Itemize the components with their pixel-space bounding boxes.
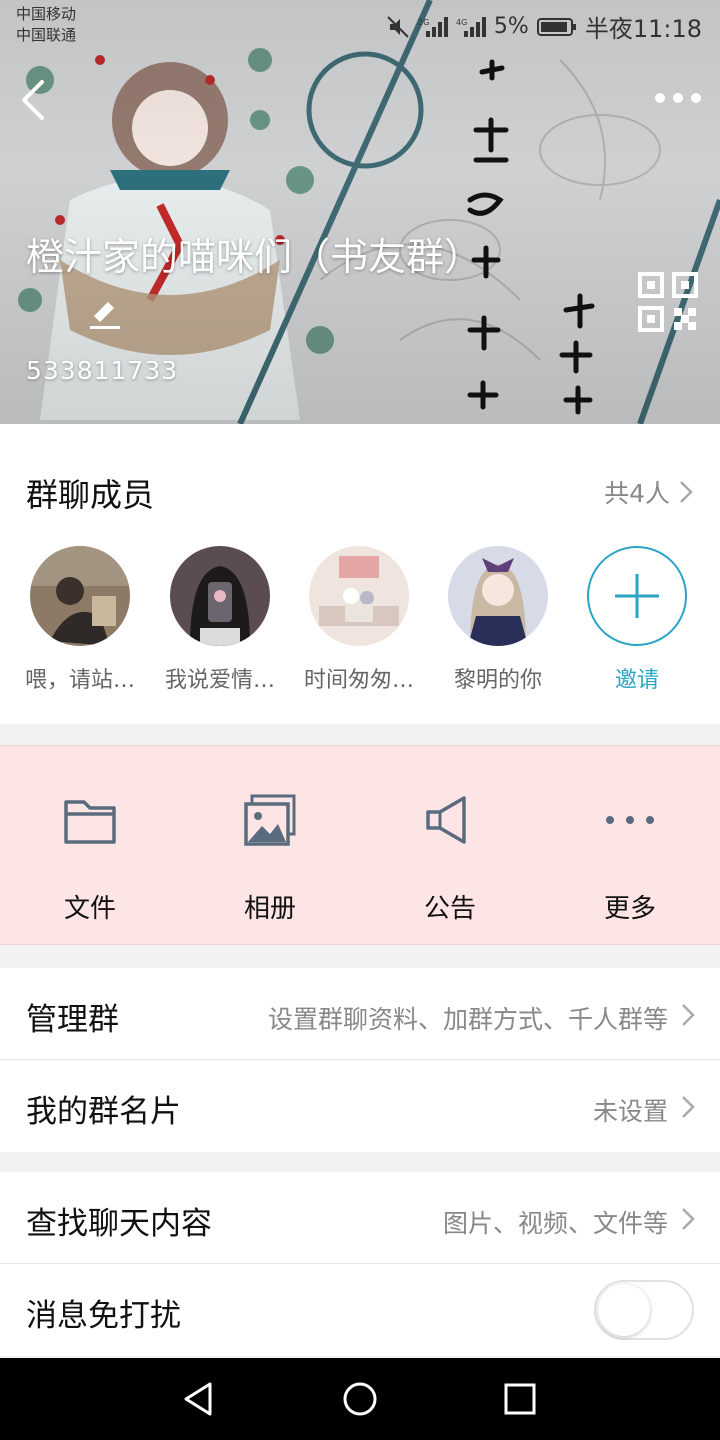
- chevron-right-icon: [682, 1004, 695, 1026]
- system-nav-bar: [0, 1358, 720, 1440]
- members-count: 共4人: [604, 479, 670, 508]
- network-1-label: 2G: [418, 18, 429, 27]
- do-not-disturb-row: 消息免打扰: [0, 1264, 720, 1356]
- battery-icon: [536, 17, 576, 36]
- row-title: 查找聊天内容: [26, 1206, 212, 1242]
- row-title: 我的群名片: [26, 1094, 181, 1130]
- megaphone-icon: [426, 796, 466, 844]
- signal-icon-2: 4G: [456, 16, 486, 37]
- clock: 半夜11:18: [584, 15, 702, 43]
- row-value: 未设置: [592, 1097, 668, 1126]
- row-title: 管理群: [26, 1002, 119, 1038]
- group-cover-banner: 中国移动 中国联通 2G 4G 5% 半夜11:18 橙汁家的喵咪们（书友群） …: [0, 0, 720, 424]
- more-menu-button[interactable]: [652, 82, 704, 114]
- shortcut-more[interactable]: 更多: [540, 746, 720, 946]
- member-item[interactable]: 喂，请站…: [10, 546, 150, 694]
- folder-icon: [64, 800, 116, 844]
- back-arrow-icon: [22, 80, 44, 120]
- shortcut-files[interactable]: 文件: [0, 746, 180, 946]
- shortcut-bar: 文件 相册 公告 更多: [0, 745, 720, 945]
- manage-group-row[interactable]: 管理群 设置群聊资料、加群方式、千人群等: [0, 968, 720, 1060]
- shortcut-label: 公告: [423, 894, 476, 924]
- network-2-label: 4G: [456, 18, 467, 27]
- row-title: 消息免打扰: [26, 1298, 181, 1334]
- invite-member-button[interactable]: 邀请: [567, 546, 707, 694]
- mute-icon: [387, 15, 409, 38]
- shortcut-album[interactable]: 相册: [180, 746, 360, 946]
- avatar: [170, 546, 270, 646]
- avatar: [30, 546, 130, 646]
- avatar: [309, 546, 409, 646]
- member-name: 我说爱情…: [164, 668, 275, 693]
- nav-home-icon[interactable]: [337, 1376, 383, 1422]
- qr-code-icon: [638, 272, 698, 332]
- battery-percent: 5%: [493, 14, 529, 39]
- member-item[interactable]: 我说爱情…: [150, 546, 290, 694]
- plus-icon: [615, 574, 659, 618]
- member-item[interactable]: 黎明的你: [428, 546, 568, 694]
- members-title: 群聊成员: [26, 476, 155, 514]
- group-name: 橙汁家的喵咪们（书友群）: [26, 235, 483, 279]
- nav-recents-icon[interactable]: [497, 1376, 543, 1422]
- member-avatar-list: 喂，请站… 我说爱情… 时间匆匆… 黎明的你 邀请: [0, 546, 720, 706]
- do-not-disturb-toggle[interactable]: [594, 1280, 694, 1340]
- chevron-right-icon: [682, 1208, 695, 1230]
- photo-album-icon: [244, 794, 296, 846]
- back-button[interactable]: [14, 74, 58, 124]
- more-dots-icon: [655, 93, 701, 103]
- nav-back-icon[interactable]: [176, 1376, 222, 1422]
- edit-pen-icon: [90, 302, 120, 329]
- toggle-knob: [598, 1284, 650, 1336]
- row-value: 设置群聊资料、加群方式、千人群等: [267, 1005, 668, 1034]
- shortcut-announcement[interactable]: 公告: [360, 746, 540, 946]
- more-horizontal-icon: [606, 816, 654, 824]
- chevron-right-icon: [682, 1096, 695, 1118]
- member-name: 时间匆匆…: [303, 668, 414, 693]
- carrier-1: 中国移动: [16, 5, 77, 23]
- members-section: 群聊成员 共4人 喂，请站… 我说爱情… 时间匆匆… 黎明的你 邀请: [0, 424, 720, 724]
- carrier-2: 中国联通: [16, 26, 77, 44]
- shortcut-label: 文件: [63, 894, 116, 924]
- shortcut-label: 更多: [603, 894, 656, 924]
- edit-name-button[interactable]: [88, 292, 122, 332]
- status-bar: 中国移动 中国联通 2G 4G 5% 半夜11:18: [0, 0, 720, 50]
- avatar: [448, 546, 548, 646]
- qr-code-button[interactable]: [638, 272, 698, 332]
- member-name: 喂，请站…: [24, 668, 135, 693]
- group-card-row[interactable]: 我的群名片 未设置: [0, 1060, 720, 1152]
- members-count-link[interactable]: 共4人: [604, 474, 696, 510]
- member-item[interactable]: 时间匆匆…: [289, 546, 429, 694]
- search-chat-row[interactable]: 查找聊天内容 图片、视频、文件等: [0, 1172, 720, 1264]
- row-value: 图片、视频、文件等: [442, 1209, 668, 1238]
- invite-circle: [587, 546, 687, 646]
- group-id: 533811733: [26, 356, 179, 385]
- chevron-right-icon: [680, 481, 693, 503]
- invite-label: 邀请: [614, 668, 659, 693]
- shortcut-label: 相册: [243, 894, 296, 924]
- status-indicators: 2G 4G 5% 半夜11:18: [386, 9, 702, 44]
- member-name: 黎明的你: [453, 668, 542, 693]
- signal-icon-1: 2G: [418, 16, 448, 37]
